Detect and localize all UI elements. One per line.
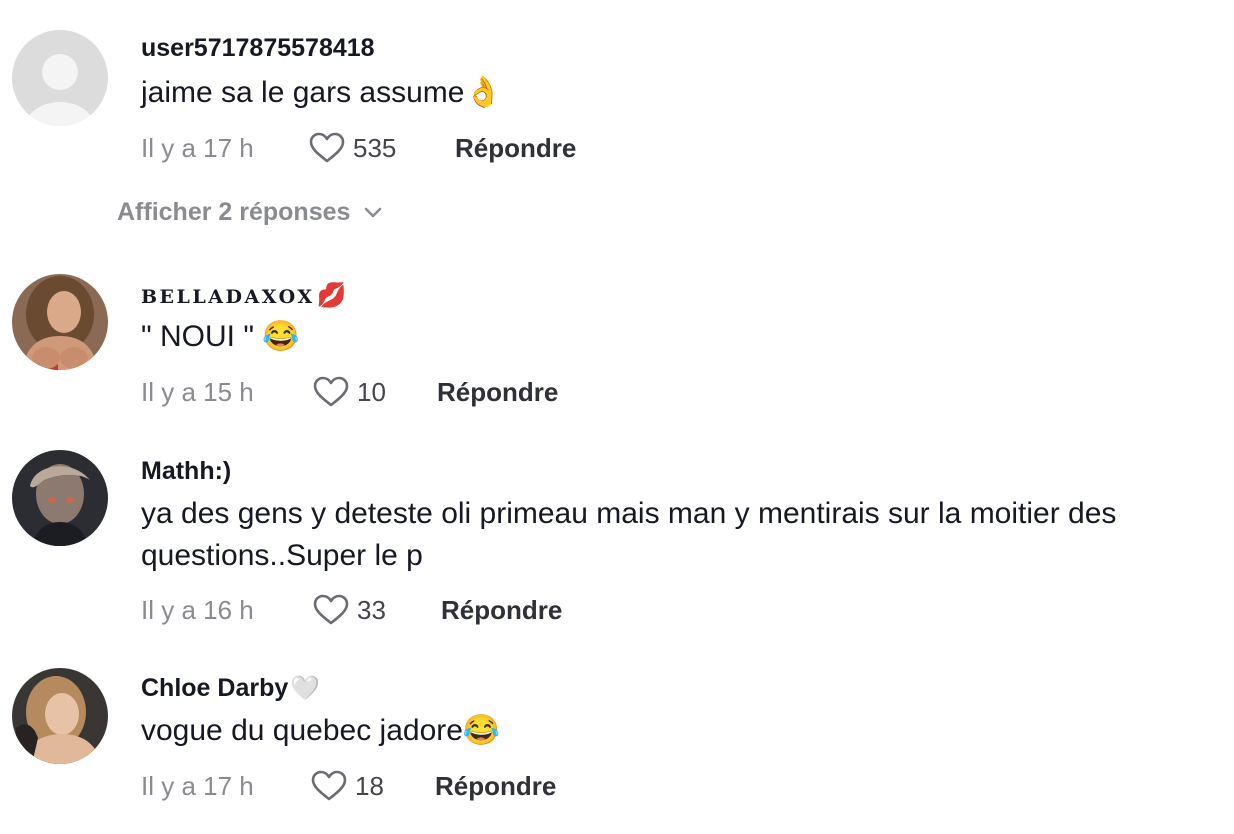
username-emoji: 🤍	[290, 675, 321, 702]
comment-time: Il y a 17 h	[141, 132, 254, 163]
heart-outline-icon	[311, 770, 347, 801]
like-button[interactable]: 33	[313, 594, 441, 626]
comment-text: jaime sa le gars assume👌	[141, 76, 502, 109]
comment-username[interactable]: Mathh:)	[141, 456, 231, 486]
comment-text: ya des gens y deteste oli primeau mais m…	[141, 497, 1117, 572]
heart-outline-icon	[309, 132, 345, 163]
like-count: 535	[353, 132, 397, 163]
like-button[interactable]: 535	[309, 132, 455, 164]
comment-time: Il y a 15 h	[141, 376, 254, 407]
avatar[interactable]	[12, 274, 108, 370]
show-replies-button[interactable]: Afficher 2 réponses	[117, 198, 382, 227]
chevron-down-icon	[365, 207, 382, 217]
avatar[interactable]	[12, 450, 108, 546]
comment-username[interactable]: user5717875578418	[141, 33, 375, 63]
comment-time: Il y a 16 h	[141, 594, 254, 625]
like-count: 10	[357, 376, 386, 407]
comment-text: " NOUI " 😂	[141, 320, 300, 353]
username-emoji: 💋	[316, 282, 347, 309]
default-avatar-icon	[12, 30, 108, 126]
reply-button[interactable]: Répondre	[455, 133, 576, 164]
like-count: 18	[355, 770, 384, 801]
avatar[interactable]	[12, 668, 108, 764]
show-replies-label: Afficher 2 réponses	[117, 198, 351, 226]
comment-meta: Il y a 16 h 33 Répondre	[141, 590, 562, 630]
user-photo-icon	[12, 450, 108, 546]
user-photo-icon	[12, 668, 108, 764]
like-button[interactable]: 10	[313, 376, 437, 408]
comment-meta: Il y a 17 h 535 Répondre	[141, 128, 576, 168]
user-photo-icon	[12, 274, 108, 370]
comment-username[interactable]: Chloe Darby🤍	[141, 673, 320, 704]
comment-text: vogue du quebec jadore😂	[141, 714, 501, 747]
comment-username[interactable]: BELLADAXOX💋	[141, 280, 346, 312]
reply-button[interactable]: Répondre	[437, 377, 558, 408]
heart-outline-icon	[313, 594, 349, 625]
reply-button[interactable]: Répondre	[441, 595, 562, 626]
like-button[interactable]: 18	[311, 770, 435, 802]
comment-meta: Il y a 17 h 18 Répondre	[141, 766, 556, 806]
comment-time: Il y a 17 h	[141, 770, 254, 801]
like-count: 33	[357, 594, 386, 625]
avatar[interactable]	[12, 30, 108, 126]
comment-meta: Il y a 15 h 10 Répondre	[141, 372, 558, 412]
reply-button[interactable]: Répondre	[435, 771, 556, 802]
heart-outline-icon	[313, 376, 349, 407]
